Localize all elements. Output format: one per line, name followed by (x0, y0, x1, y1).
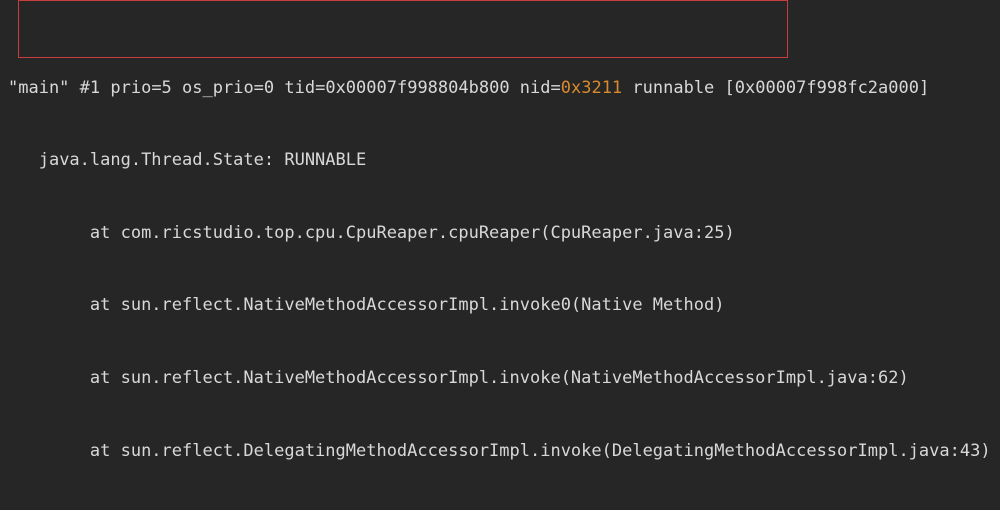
stack-frame: at sun.reflect.NativeMethodAccessorImpl.… (8, 366, 992, 390)
stack-frame: at sun.reflect.NativeMethodAccessorImpl.… (8, 293, 992, 317)
stack-frame: at sun.reflect.DelegatingMethodAccessorI… (8, 439, 992, 463)
thread-name: "main" (8, 78, 69, 98)
thread-num: #1 (69, 78, 110, 98)
thread-state-line: java.lang.Thread.State: RUNNABLE (8, 148, 992, 172)
thread-header-line: "main" #1 prio=5 os_prio=0 tid=0x00007f9… (8, 76, 992, 100)
stack-frame: at com.ricstudio.top.cpu.CpuReaper.cpuRe… (8, 221, 992, 245)
thread-prio: prio=5 (110, 78, 182, 98)
highlight-box (18, 0, 788, 58)
thread-tid: tid=0x00007f998804b800 (284, 78, 519, 98)
thread-nid-value: 0x3211 (561, 78, 622, 98)
thread-nid-label: nid= (520, 78, 561, 98)
terminal-output: "main" #1 prio=5 os_prio=0 tid=0x00007f9… (0, 0, 1000, 510)
thread-rest: runnable [0x00007f998fc2a000] (622, 78, 929, 98)
thread-os-prio: os_prio=0 (182, 78, 284, 98)
